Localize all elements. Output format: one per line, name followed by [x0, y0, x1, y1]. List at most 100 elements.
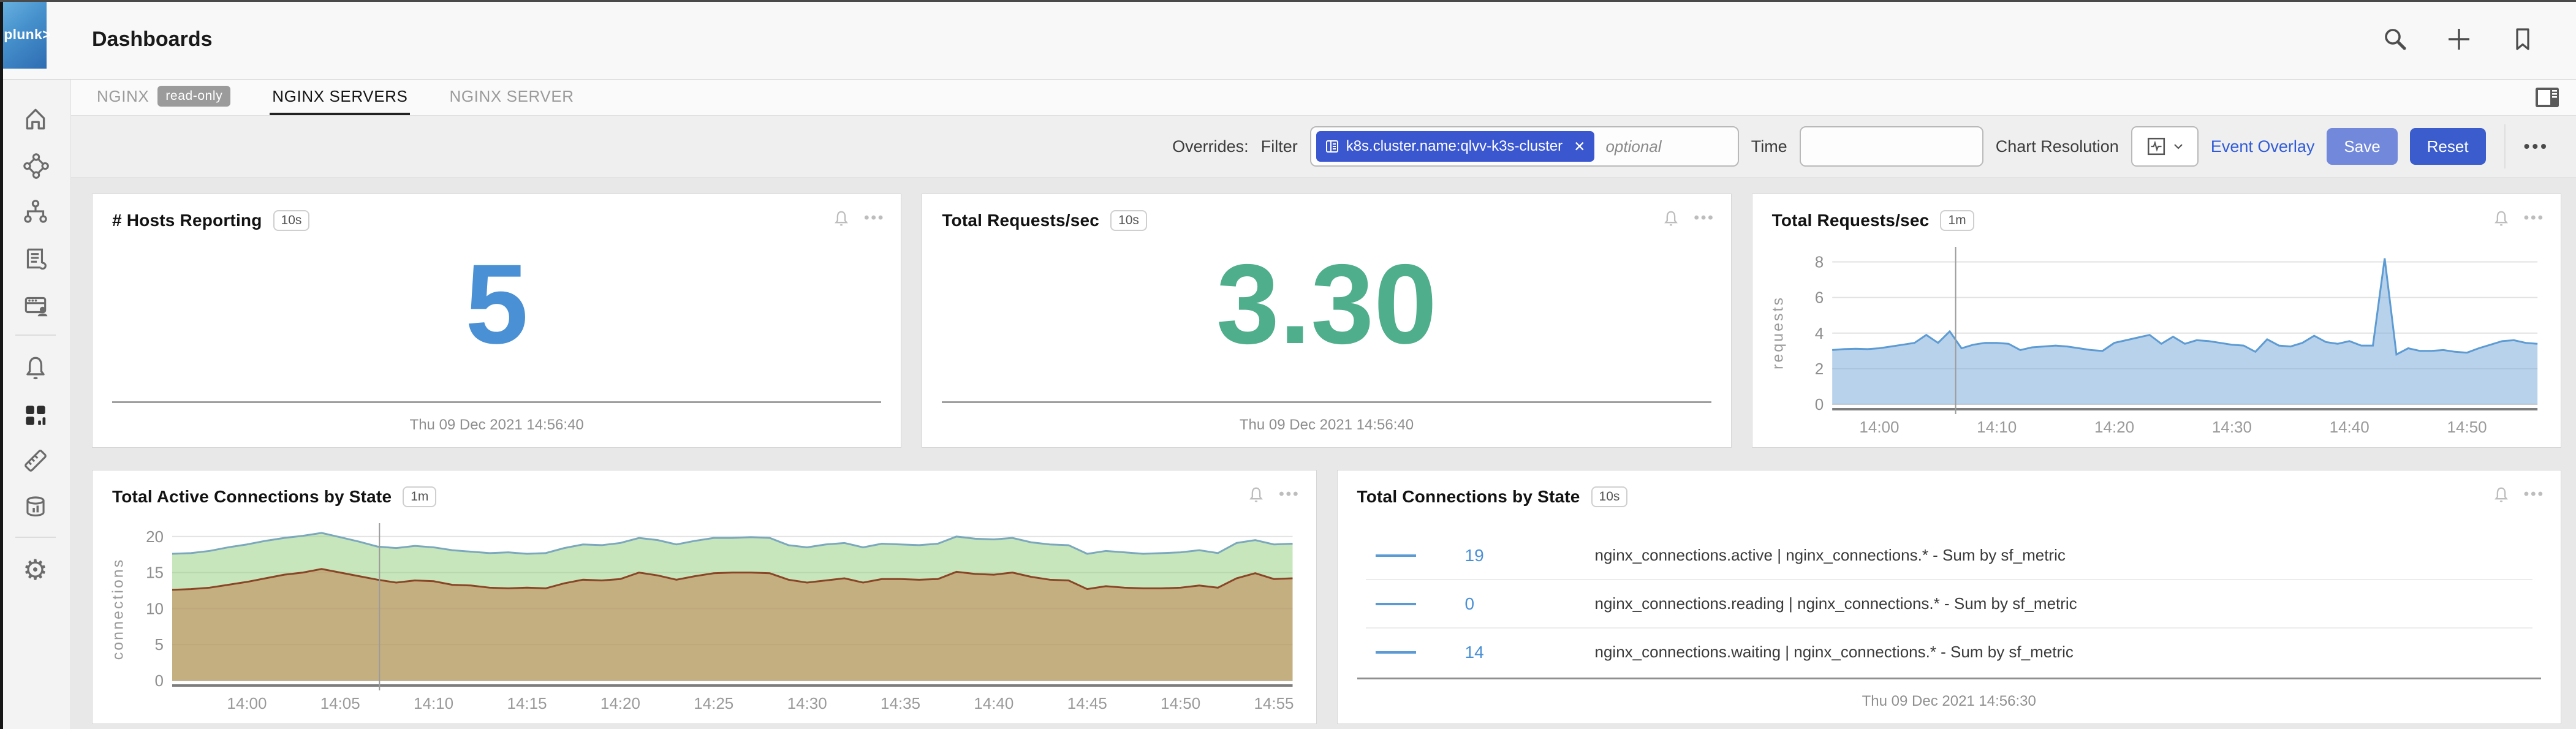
overrides-label: Overrides:	[1172, 137, 1249, 156]
card-header: Total Requests/sec 10s	[922, 194, 1730, 231]
sidebar-item-rum[interactable]	[0, 282, 71, 328]
filter-input[interactable]: k8s.cluster.name:qlvv-k3s-cluster ✕	[1310, 126, 1739, 167]
tab-label: NGINX SERVERS	[272, 87, 407, 106]
card-title: Total Connections by State	[1357, 487, 1580, 507]
alert-bell-icon[interactable]	[2492, 485, 2510, 504]
legend-row-waiting[interactable]: 14 nginx_connections.waiting | nginx_con…	[1366, 629, 2533, 676]
connections-area-chart[interactable]: 0510152014:0014:0514:1014:1514:2014:2514…	[137, 519, 1300, 714]
svg-text:14:40: 14:40	[974, 694, 1013, 712]
svg-text:14:55: 14:55	[1254, 694, 1294, 712]
card-footer: Thu 09 Dec 2021 14:56:40	[942, 401, 1711, 447]
bookmark-icon[interactable]	[2509, 25, 2537, 53]
sidebar-item-log-observer[interactable]	[0, 235, 71, 282]
sidebar-divider	[15, 537, 56, 538]
sidebar-item-metrics[interactable]	[0, 437, 71, 484]
card-title: Total Requests/sec	[942, 211, 1099, 230]
svg-text:14:20: 14:20	[2094, 418, 2134, 436]
resolution-badge: 10s	[273, 210, 310, 231]
svg-text:14:05: 14:05	[320, 694, 360, 712]
infrastructure-icon	[21, 198, 50, 226]
series-label: nginx_connections.waiting | nginx_connec…	[1595, 643, 2074, 662]
svg-text:14:25: 14:25	[694, 694, 733, 712]
resolution-badge: 1m	[403, 486, 436, 507]
card-more-icon[interactable]: •••	[1279, 486, 1300, 503]
filter-chip[interactable]: k8s.cluster.name:qlvv-k3s-cluster ✕	[1316, 131, 1595, 162]
svg-text:10: 10	[146, 599, 164, 618]
svg-text:14:50: 14:50	[2447, 418, 2487, 436]
panel-toggle-icon[interactable]	[2533, 83, 2561, 115]
database-icon	[21, 493, 50, 521]
svg-text:14:10: 14:10	[1977, 418, 2017, 436]
card-more-icon[interactable]: •••	[2524, 486, 2545, 503]
add-icon[interactable]	[2445, 25, 2473, 53]
chart-resolution-dropdown[interactable]	[2131, 126, 2199, 167]
svg-text:0: 0	[1814, 395, 1823, 414]
series-label: nginx_connections.active | nginx_connect…	[1595, 546, 2066, 565]
splunk-logo[interactable]: splunk>	[0, 0, 47, 69]
card-more-icon[interactable]: •••	[864, 210, 885, 227]
svg-text:20: 20	[146, 527, 164, 546]
y-axis-label: connections	[110, 558, 127, 660]
reset-button[interactable]: Reset	[2410, 128, 2486, 165]
svg-text:14:15: 14:15	[507, 694, 547, 712]
series-swatch	[1376, 603, 1416, 605]
sidebar-item-infrastructure[interactable]	[0, 189, 71, 235]
window-left-edge	[0, 0, 3, 729]
card-header: Total Requests/sec 1m	[1752, 194, 2561, 231]
card-actions: •••	[832, 209, 885, 227]
svg-text:15: 15	[146, 564, 164, 582]
read-only-badge: read-only	[157, 86, 230, 106]
svg-text:5: 5	[155, 635, 164, 654]
series-label: nginx_connections.reading | nginx_connec…	[1595, 594, 2077, 613]
time-label: Time	[1751, 137, 1787, 156]
chart-resolution-icon	[2146, 137, 2166, 156]
alert-bell-icon[interactable]	[2492, 209, 2510, 227]
svg-text:14:40: 14:40	[2329, 418, 2369, 436]
legend-row-reading[interactable]: 0 nginx_connections.reading | nginx_conn…	[1366, 580, 2533, 629]
total-requests-value: 3.30	[922, 233, 1730, 375]
sidebar-item-apm[interactable]	[0, 142, 71, 189]
tab-nginx[interactable]: NGINX read-only	[94, 80, 233, 115]
sidebar-item-data-management[interactable]	[0, 484, 71, 531]
alert-bell-icon[interactable]	[832, 209, 850, 227]
card-timestamp: Thu 09 Dec 2021 14:56:40	[1240, 417, 1414, 434]
card-title: Total Active Connections by State	[112, 487, 392, 507]
card-header: Total Active Connections by State 1m	[93, 470, 1316, 507]
time-input[interactable]	[1800, 126, 1983, 167]
resolution-badge: 1m	[1940, 210, 1974, 231]
series-swatch	[1376, 651, 1416, 654]
sidebar-item-home[interactable]	[0, 96, 71, 142]
card-footer: Thu 09 Dec 2021 14:56:30	[1357, 678, 2542, 723]
alert-bell-icon[interactable]	[1247, 485, 1265, 504]
more-actions-icon[interactable]: •••	[2524, 137, 2549, 156]
sidebar-item-settings[interactable]: ⚙	[0, 546, 71, 593]
filter-optional-input[interactable]	[1604, 137, 1732, 157]
legend-row-active[interactable]: 19 nginx_connections.active | nginx_conn…	[1366, 532, 2533, 580]
requests-area-chart[interactable]: 0246814:0014:1014:2014:3014:4014:50	[1797, 243, 2545, 437]
save-button[interactable]: Save	[2327, 128, 2397, 165]
card-more-icon[interactable]: •••	[1694, 210, 1714, 227]
top-bar: splunk> Dashboards	[0, 0, 2576, 80]
svg-text:14:10: 14:10	[414, 694, 453, 712]
alert-bell-icon[interactable]	[1662, 209, 1680, 227]
splunk-logo-text: splunk>	[0, 26, 51, 43]
event-overlay-link[interactable]: Event Overlay	[2211, 137, 2315, 156]
search-icon[interactable]	[2381, 25, 2409, 53]
ruler-icon	[21, 447, 50, 475]
card-actions: •••	[2492, 485, 2545, 504]
tab-nginx-servers[interactable]: NGINX SERVERS	[270, 80, 410, 115]
tab-nginx-server[interactable]: NGINX SERVER	[447, 80, 576, 115]
svg-text:2: 2	[1814, 360, 1823, 378]
chip-close-icon[interactable]: ✕	[1574, 138, 1585, 155]
sidebar-item-dashboards[interactable]	[0, 391, 71, 437]
card-actions: •••	[1247, 485, 1300, 504]
card-timestamp: Thu 09 Dec 2021 14:56:40	[410, 417, 584, 434]
log-observer-icon	[21, 244, 50, 273]
sidebar-item-alerts[interactable]	[0, 344, 71, 391]
dashboard-tab-bar: NGINX read-only NGINX SERVERS NGINX SERV…	[71, 80, 2576, 116]
svg-text:14:20: 14:20	[600, 694, 640, 712]
metric-legend-list: 19 nginx_connections.active | nginx_conn…	[1366, 532, 2533, 676]
card-more-icon[interactable]: •••	[2524, 210, 2545, 227]
filter-chip-text: k8s.cluster.name:qlvv-k3s-cluster	[1346, 138, 1563, 155]
card-total-requests-chart: Total Requests/sec 1m ••• requests 02468…	[1752, 194, 2561, 448]
